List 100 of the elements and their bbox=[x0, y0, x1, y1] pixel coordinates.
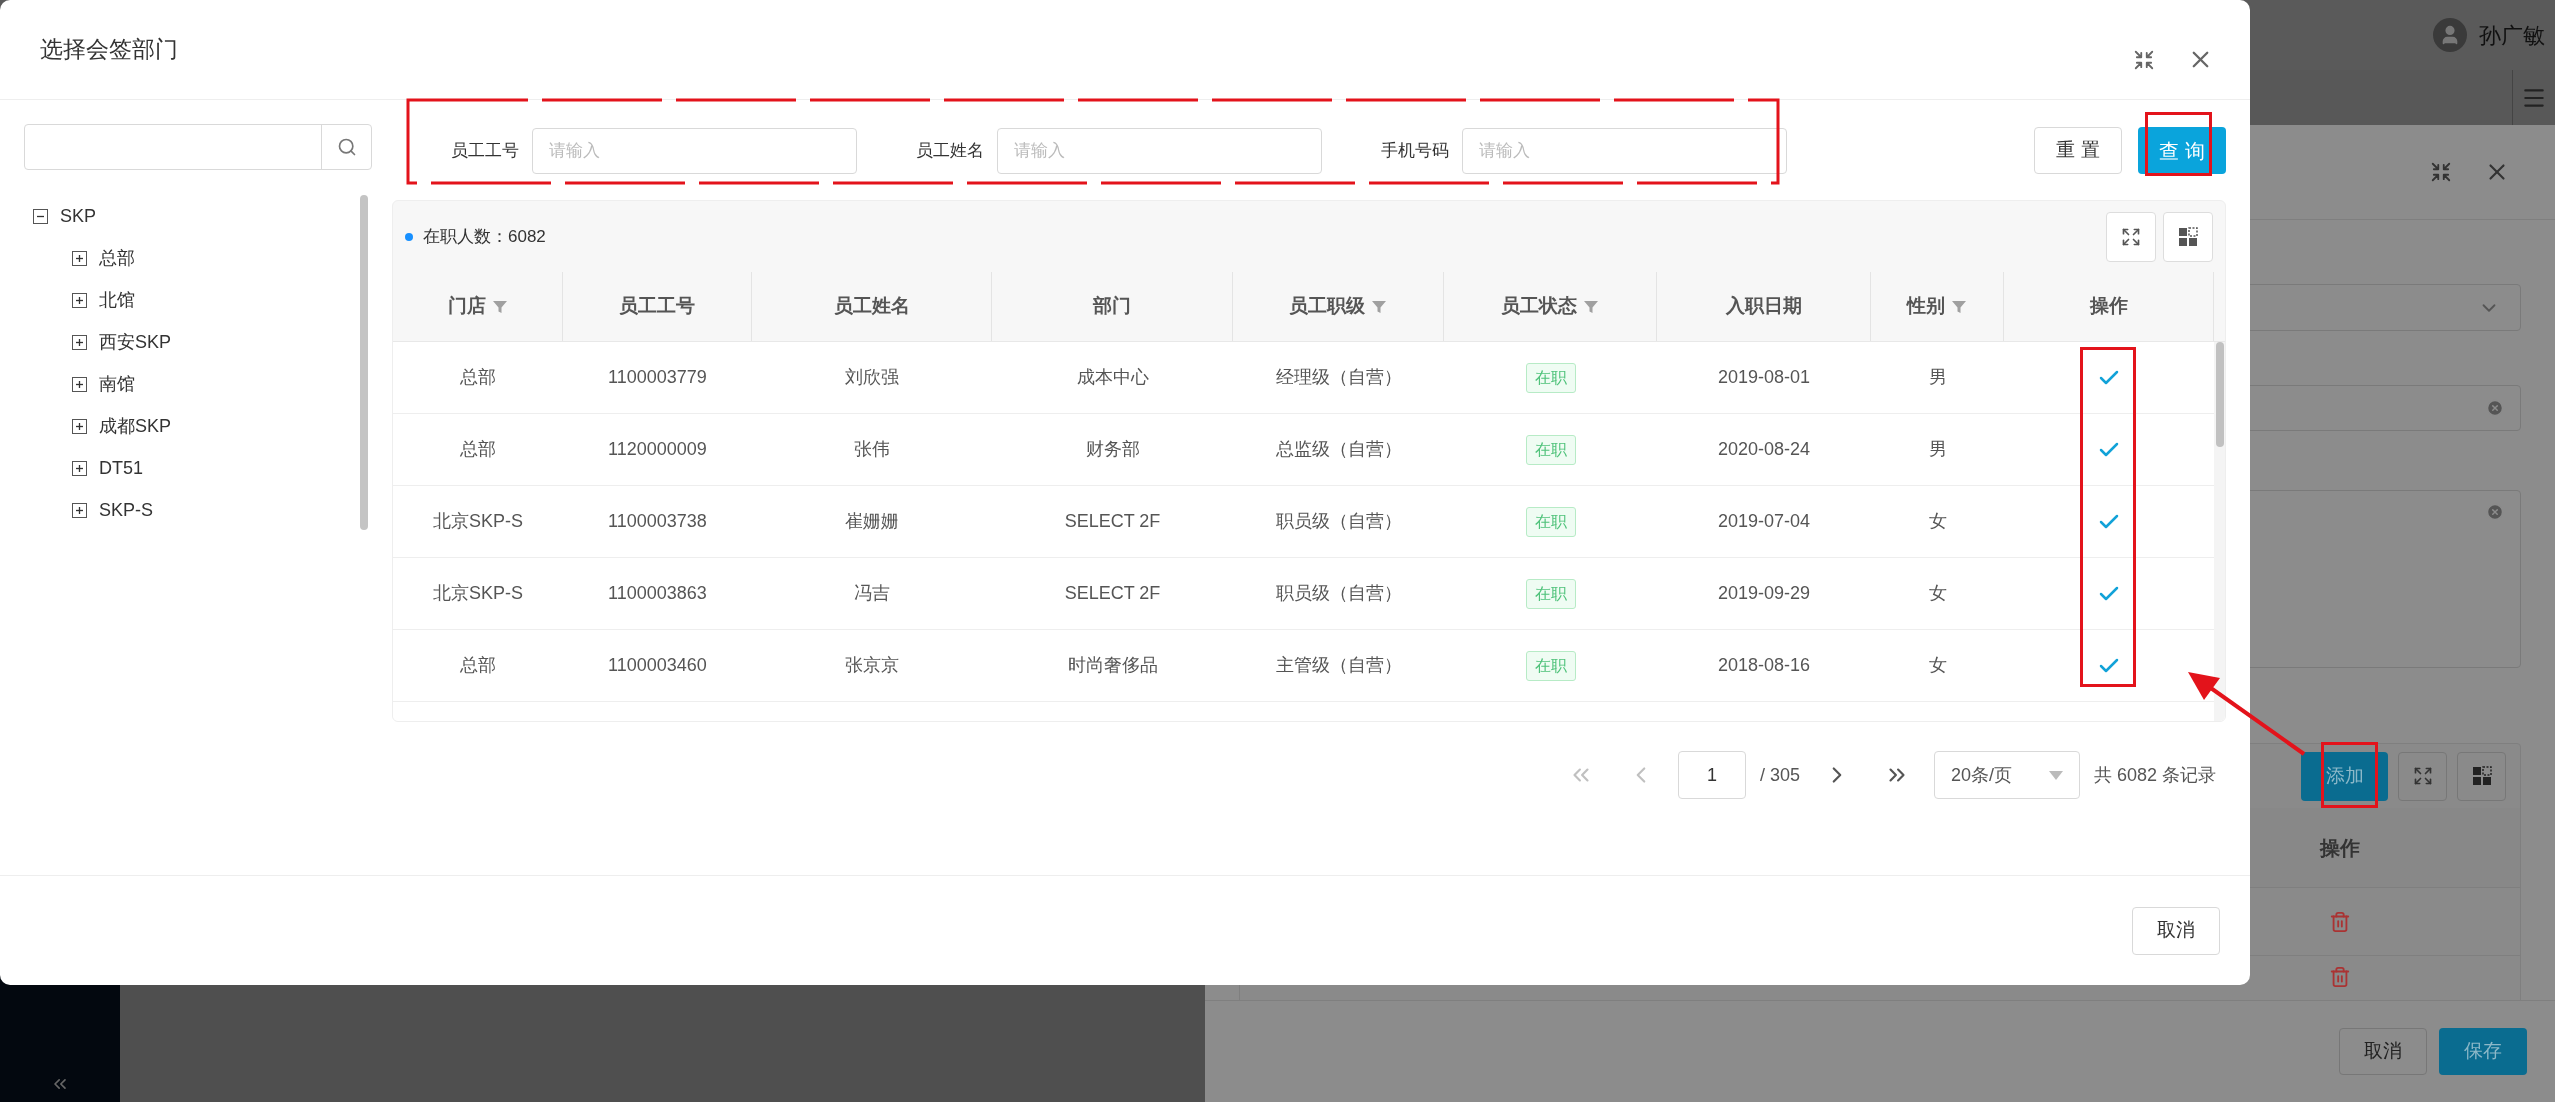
input-field[interactable]: 请输入 bbox=[997, 127, 1322, 174]
table-cell-text: 时尚奢侈品 bbox=[1067, 654, 1158, 677]
status-tag: 在职 bbox=[1525, 506, 1576, 537]
table-cell-text: 女 bbox=[1928, 582, 1947, 605]
table-cell-text: 经理级（自营） bbox=[1275, 366, 1402, 389]
table-cell-text: 男 bbox=[1928, 438, 1947, 461]
delete-icon[interactable] bbox=[2329, 910, 2351, 933]
column-header: 门店 bbox=[393, 272, 563, 341]
filter-icon[interactable] bbox=[1951, 298, 1967, 315]
table-cell-text: 2018-08-16 bbox=[1717, 654, 1811, 677]
page-input[interactable]: 1 bbox=[1677, 751, 1746, 799]
table-cell-text: 女 bbox=[1928, 510, 1947, 533]
grid-icon bbox=[2178, 226, 2198, 247]
table-cell-text: 北京SKP-S bbox=[433, 582, 523, 605]
avatar-icon[interactable] bbox=[2433, 18, 2467, 52]
page-size-select[interactable]: 20条/页 bbox=[1933, 751, 2080, 799]
field-label: 手机号码 bbox=[1380, 139, 1450, 162]
column-header: 操作 bbox=[2004, 272, 2214, 341]
table-cell-text: 男 bbox=[1928, 366, 1947, 389]
clear-icon[interactable] bbox=[2486, 399, 2504, 417]
summary-text: 在职人数：6082 bbox=[423, 225, 546, 248]
table-cell-text: SELECT 2F bbox=[1064, 582, 1161, 605]
table-cell-text: 张伟 bbox=[854, 438, 890, 461]
table-cell-text: 成本中心 bbox=[1076, 366, 1149, 389]
cancel-button[interactable]: 取消 bbox=[2132, 906, 2220, 955]
table-cell-text: 2020-08-24 bbox=[1717, 438, 1811, 461]
tree-item[interactable]: 总部 bbox=[99, 244, 135, 272]
filter-icon[interactable] bbox=[1371, 298, 1387, 315]
total-pages: / 305 bbox=[1759, 763, 1800, 787]
tree-item[interactable]: 南馆 bbox=[99, 370, 135, 398]
column-header: 部门 bbox=[992, 272, 1233, 341]
table-cell-text: 崔姗姗 bbox=[845, 510, 899, 533]
fullscreen-icon bbox=[2412, 766, 2433, 786]
table-cell-text: SELECT 2F bbox=[1064, 510, 1161, 533]
column-header: 性别 bbox=[1871, 272, 2004, 341]
table-cell-text: 北京SKP-S bbox=[433, 510, 523, 533]
annotation-box bbox=[2145, 112, 2212, 176]
column-header: 操作 bbox=[2318, 835, 2361, 861]
expand-icon[interactable] bbox=[72, 376, 87, 392]
expand-icon[interactable] bbox=[72, 250, 87, 266]
column-header: 入职日期 bbox=[1657, 272, 1871, 341]
tree-search-field[interactable] bbox=[24, 124, 372, 170]
expand-icon[interactable] bbox=[72, 460, 87, 476]
tree-item[interactable]: DT51 bbox=[99, 454, 143, 482]
clear-icon[interactable] bbox=[2486, 503, 2504, 521]
input-field[interactable]: 请输入 bbox=[1462, 127, 1787, 174]
table-cell-text: 2019-09-29 bbox=[1717, 582, 1811, 605]
column-settings-button[interactable] bbox=[2457, 751, 2506, 801]
scrollbar[interactable] bbox=[360, 195, 368, 530]
table-cell-text: 1100003863 bbox=[608, 582, 707, 605]
table-cell-text: 财务部 bbox=[1085, 438, 1140, 461]
search-icon bbox=[336, 137, 357, 157]
field-label: 员工工号 bbox=[450, 139, 520, 162]
expand-icon[interactable] bbox=[72, 334, 87, 350]
cancel-button[interactable]: 取消 bbox=[2339, 1028, 2427, 1075]
table-cell-text: 职员级（自营） bbox=[1275, 510, 1402, 533]
delete-icon[interactable] bbox=[2329, 966, 2351, 988]
tree-item[interactable]: 成都SKP bbox=[99, 412, 172, 440]
status-tag: 在职 bbox=[1525, 434, 1576, 465]
status-tag: 在职 bbox=[1525, 578, 1576, 609]
table-cell-text: 冯吉 bbox=[854, 582, 890, 605]
expand-icon[interactable] bbox=[72, 502, 87, 518]
table-cell-text: 张京京 bbox=[845, 654, 899, 677]
total-records: 共 6082 条记录 bbox=[2093, 763, 2216, 787]
table-cell-text: 刘欣强 bbox=[845, 366, 899, 389]
table-cell-text: 2019-08-01 bbox=[1717, 366, 1811, 389]
annotation-box bbox=[2321, 742, 2378, 808]
fullscreen-icon bbox=[2121, 226, 2141, 247]
scrollbar[interactable] bbox=[2215, 342, 2224, 447]
table-cell-text: 总部 bbox=[460, 366, 496, 389]
exit-fullscreen-icon[interactable] bbox=[2430, 161, 2452, 183]
expand-icon[interactable] bbox=[72, 418, 87, 434]
tree-item[interactable]: SKP-S bbox=[99, 496, 154, 524]
table-cell-text: 2019-07-04 bbox=[1717, 510, 1811, 533]
input-field[interactable]: 请输入 bbox=[532, 127, 857, 174]
table-cell-text: 1100003460 bbox=[608, 654, 707, 677]
grid-icon bbox=[2471, 766, 2492, 786]
table-cell-text: 总部 bbox=[460, 654, 496, 677]
fullscreen-button[interactable] bbox=[2398, 751, 2447, 801]
filter-icon[interactable] bbox=[1583, 298, 1599, 315]
table-cell-text: 1100003738 bbox=[608, 510, 707, 533]
filter-icon[interactable] bbox=[491, 298, 508, 315]
field-label: 员工姓名 bbox=[915, 139, 985, 162]
tree-item[interactable]: 北馆 bbox=[99, 286, 135, 314]
column-header: 员工职级 bbox=[1233, 272, 1444, 341]
column-header: 员工状态 bbox=[1444, 272, 1657, 341]
table-cell-text: 总部 bbox=[460, 438, 496, 461]
expand-icon[interactable] bbox=[72, 292, 87, 308]
column-header: 员工工号 bbox=[563, 272, 752, 341]
tree-item[interactable]: 西安SKP bbox=[99, 328, 172, 356]
tree-item[interactable]: SKP bbox=[60, 202, 97, 230]
exit-fullscreen-icon[interactable] bbox=[2133, 48, 2155, 71]
reset-button[interactable]: 重 置 bbox=[2034, 127, 2122, 174]
table-cell-text: 1120000009 bbox=[608, 438, 707, 461]
dialog-title: 选择会签部门 bbox=[40, 35, 178, 65]
column-header: 员工姓名 bbox=[752, 272, 992, 341]
table-cell-text: 主管级（自营） bbox=[1275, 654, 1402, 677]
collapse-icon[interactable] bbox=[33, 208, 48, 224]
table-cell-text: 总监级（自营） bbox=[1275, 438, 1402, 461]
status-tag: 在职 bbox=[1525, 362, 1576, 393]
